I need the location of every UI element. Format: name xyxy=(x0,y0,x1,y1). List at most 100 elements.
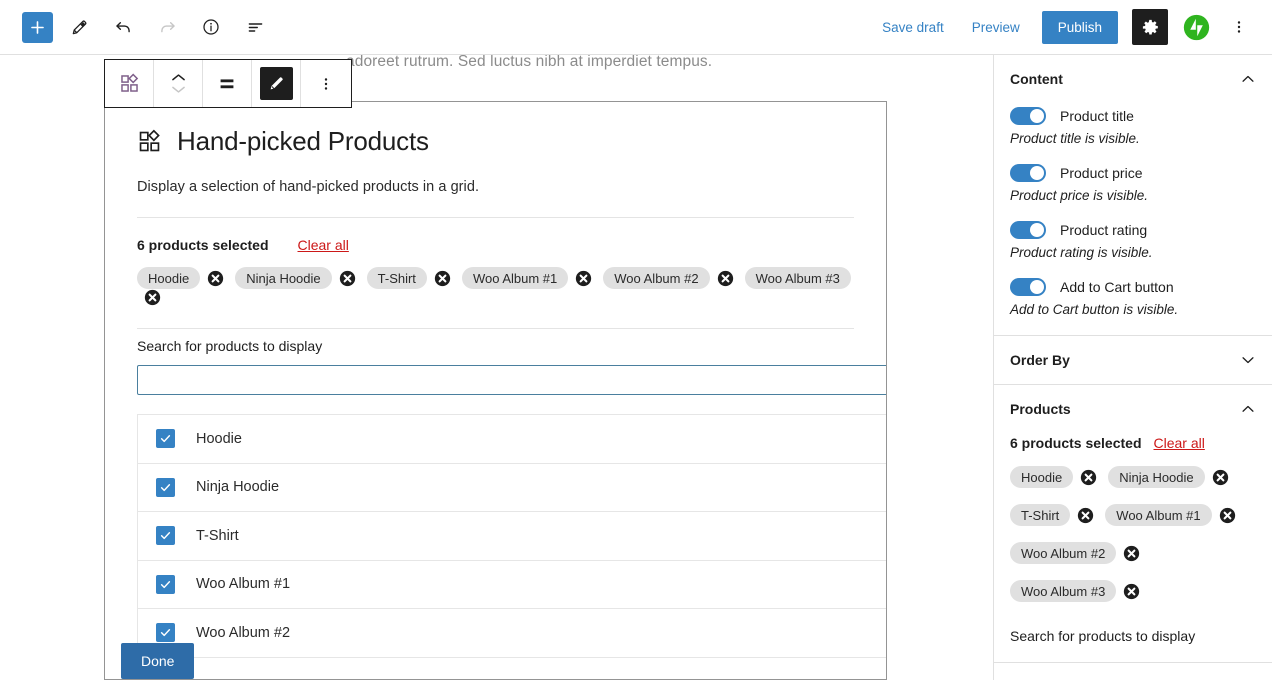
document-info-button[interactable] xyxy=(193,9,229,45)
toggle-add-to-cart-button[interactable] xyxy=(1010,278,1046,296)
remove-product-button[interactable] xyxy=(1123,545,1140,562)
divider xyxy=(137,328,854,329)
panel-header-order-by[interactable]: Order By xyxy=(994,336,1272,384)
move-block-buttons[interactable] xyxy=(154,60,203,107)
remove-product-button[interactable] xyxy=(434,270,451,287)
remove-circle-icon xyxy=(339,270,356,287)
save-draft-button[interactable]: Save draft xyxy=(870,12,956,43)
chevron-down-icon xyxy=(1240,352,1256,368)
toggle-row: Product price xyxy=(1010,164,1256,182)
remove-product-button[interactable] xyxy=(717,270,734,287)
toggle-label: Product rating xyxy=(1060,222,1147,238)
product-checkbox[interactable] xyxy=(156,575,175,594)
block-content: Hand-picked Products Display a selection… xyxy=(105,102,886,658)
kebab-menu-icon xyxy=(317,75,335,93)
panel-order-by: Order By xyxy=(994,336,1272,385)
block-options-button[interactable] xyxy=(301,60,351,107)
toggle-label: Add to Cart button xyxy=(1060,279,1174,295)
remove-product-button[interactable] xyxy=(144,289,161,306)
remove-product-button[interactable] xyxy=(1212,469,1229,486)
product-list-item[interactable]: Woo Album #1 xyxy=(138,561,887,610)
remove-circle-icon xyxy=(1219,507,1236,524)
toggle-product-title[interactable] xyxy=(1010,107,1046,125)
selected-count-label: 6 products selected xyxy=(137,237,269,253)
checkmark-icon xyxy=(159,432,172,445)
sidebar-selection-summary: 6 products selected Clear all xyxy=(1010,435,1256,451)
product-label: Hoodie xyxy=(196,431,242,447)
product-label: T-Shirt xyxy=(196,528,239,544)
product-tag: Ninja Hoodie xyxy=(235,267,331,289)
header-right-actions: Save draft Preview Publish xyxy=(870,9,1272,45)
pencil-tools-icon xyxy=(70,18,89,37)
search-input[interactable] xyxy=(137,365,887,395)
remove-product-button[interactable] xyxy=(339,270,356,287)
jetpack-button[interactable] xyxy=(1178,9,1214,45)
block-align-button[interactable] xyxy=(203,60,252,107)
settings-button[interactable] xyxy=(1132,9,1168,45)
woo-grid-blocks-icon xyxy=(119,73,140,94)
product-list-item[interactable]: T-Shirt xyxy=(138,512,887,561)
editor-screen: Save draft Preview Publish xyxy=(0,0,1272,680)
product-list-item[interactable]: Woo Album #2 xyxy=(138,609,887,658)
toggle-knob xyxy=(1030,109,1044,123)
product-tag: Woo Album #2 xyxy=(603,267,709,289)
selected-count-label: 6 products selected xyxy=(1010,435,1142,451)
publish-button[interactable]: Publish xyxy=(1042,11,1118,44)
remove-circle-icon xyxy=(1123,583,1140,600)
product-checkbox[interactable] xyxy=(156,623,175,642)
product-checkbox[interactable] xyxy=(156,478,175,497)
pencil-icon xyxy=(267,74,286,93)
more-options-button[interactable] xyxy=(1222,9,1256,45)
redo-arrow-icon xyxy=(157,17,178,38)
align-rows-icon xyxy=(216,73,238,95)
block-type-button[interactable] xyxy=(105,60,154,107)
edit-block-button[interactable] xyxy=(252,60,301,107)
panel-title: Order By xyxy=(1010,352,1070,368)
product-list-item[interactable]: Hoodie xyxy=(138,415,887,464)
hand-picked-products-block[interactable]: Hand-picked Products Display a selection… xyxy=(104,101,887,680)
previous-paragraph-text: adoreet rutrum. Sed luctus nibh at imper… xyxy=(346,55,712,71)
remove-product-button[interactable] xyxy=(1080,469,1097,486)
remove-product-button[interactable] xyxy=(575,270,592,287)
toggle-product-price[interactable] xyxy=(1010,164,1046,182)
panel-title: Products xyxy=(1010,401,1071,417)
toggle-product-rating[interactable] xyxy=(1010,221,1046,239)
toggle-label: Product price xyxy=(1060,165,1142,181)
remove-product-button[interactable] xyxy=(1123,583,1140,600)
product-list-item[interactable]: Ninja Hoodie xyxy=(138,464,887,513)
clear-all-button[interactable]: Clear all xyxy=(1154,435,1205,451)
undo-arrow-icon xyxy=(113,17,134,38)
chevron-up-icon xyxy=(1240,71,1256,87)
selected-product-tags: HoodieNinja HoodieT-ShirtWoo Album #1Woo… xyxy=(137,267,854,306)
toggle-help-text: Product price is visible. xyxy=(1010,188,1256,203)
panel-header-content[interactable]: Content xyxy=(994,55,1272,103)
panel-header-products[interactable]: Products xyxy=(994,385,1272,433)
list-view-button[interactable] xyxy=(237,9,273,45)
toggle-knob xyxy=(1030,223,1044,237)
selected-product-tags: HoodieNinja HoodieT-ShirtWoo Album #1Woo… xyxy=(1010,466,1256,602)
remove-circle-icon xyxy=(575,270,592,287)
toggle-row: Add to Cart button xyxy=(1010,278,1256,296)
info-circle-icon xyxy=(201,17,221,37)
done-button-area: Done xyxy=(121,643,194,679)
remove-product-button[interactable] xyxy=(1077,507,1094,524)
product-checkbox[interactable] xyxy=(156,526,175,545)
redo-button[interactable] xyxy=(149,9,185,45)
done-button[interactable]: Done xyxy=(121,643,194,679)
block-toolbar xyxy=(104,59,352,108)
remove-product-button[interactable] xyxy=(207,270,224,287)
editor-header-bar: Save draft Preview Publish xyxy=(0,0,1272,55)
clear-all-button[interactable]: Clear all xyxy=(298,237,349,253)
tools-pencil-button[interactable] xyxy=(61,9,97,45)
product-tag: T-Shirt xyxy=(1010,504,1070,526)
checkmark-icon xyxy=(159,481,172,494)
panel-title: Content xyxy=(1010,71,1063,87)
block-settings-sidebar: Content Product titleProduct title is vi… xyxy=(993,55,1272,680)
header-left-tools xyxy=(0,9,273,45)
remove-product-button[interactable] xyxy=(1219,507,1236,524)
add-block-button[interactable] xyxy=(22,12,53,43)
product-tag: Woo Album #1 xyxy=(462,267,568,289)
undo-button[interactable] xyxy=(105,9,141,45)
preview-button[interactable]: Preview xyxy=(960,12,1032,43)
product-checkbox[interactable] xyxy=(156,429,175,448)
